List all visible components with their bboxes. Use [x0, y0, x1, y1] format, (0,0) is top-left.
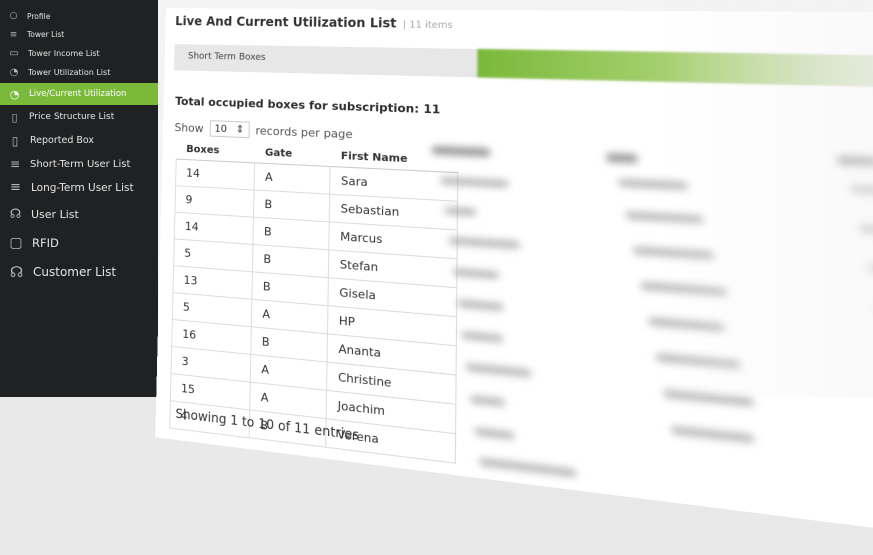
users-icon: ☊: [9, 263, 24, 281]
sidebar-item-rfid[interactable]: ▢ RFID: [4, 231, 154, 254]
tab-short-term-boxes[interactable]: Short Term Boxes: [188, 51, 266, 63]
sidebar-item-live-current-utilization[interactable]: ◔ Live/Current Utilization: [0, 83, 158, 105]
pie-icon: ◔: [9, 87, 20, 101]
sidebar-item-long-term-user-list[interactable]: ≡ Long-Term User List: [4, 177, 154, 198]
sidebar-item-label: Price Structure List: [29, 112, 115, 122]
sidebar-item-label: Live/Current Utilization: [29, 89, 127, 99]
list-icon: ≡: [9, 29, 18, 40]
sidebar-item-label: Tower Income List: [28, 48, 100, 58]
sidebar-item-short-term-user-list[interactable]: ≡ Short-Term User List: [4, 154, 154, 174]
sidebar-item-label: Short-Term User List: [30, 158, 131, 170]
sidebar-item-customer-list[interactable]: ☊ Customer List: [4, 260, 154, 284]
sidebar-item-label: Long-Term User List: [31, 181, 134, 194]
sidebar-item-label: Tower Utilization List: [28, 68, 111, 77]
content-card: Live And Current Utilization List | 11 i…: [155, 8, 873, 555]
users-icon: ☊: [9, 206, 22, 222]
list-icon: ≡: [9, 157, 21, 171]
sidebar-item-label: Customer List: [33, 265, 117, 279]
blurred-columns: [429, 145, 873, 533]
pie-icon: ◔: [9, 67, 19, 78]
sidebar-item-tower-list[interactable]: ≡ Tower List: [4, 27, 154, 42]
sidebar-item-user-list[interactable]: ☊ User List: [4, 203, 154, 225]
sidebar-item-label: RFID: [32, 235, 59, 250]
page-title: Live And Current Utilization List: [175, 14, 397, 31]
occupied-summary: Total occupied boxes for subscription: 1…: [175, 94, 441, 117]
sidebar-item-label: User List: [31, 207, 79, 221]
progress-tab-highlight: [477, 49, 873, 89]
chevron-updown-icon: ⇕: [235, 123, 245, 136]
page-size-control: Show 10 ⇕ records per page: [174, 119, 353, 143]
tab-bar: Short Term Boxes: [174, 44, 873, 89]
records-label: records per page: [255, 123, 353, 141]
show-label: Show: [174, 120, 204, 135]
list-icon: ≡: [10, 180, 21, 195]
sidebar-item-tower-income-list[interactable]: ▭ Tower Income List: [4, 45, 154, 61]
card-icon: ▢: [9, 234, 23, 251]
sidebar-item-label: Tower List: [27, 30, 65, 39]
sidebar-item-tower-utilization-list[interactable]: ◔ Tower Utilization List: [4, 64, 154, 81]
main-area: Live And Current Utilization List | 11 i…: [155, 0, 873, 555]
document-icon: ▯: [11, 133, 19, 148]
sidebar-item-reported-box[interactable]: ▯ Reported Box: [4, 131, 154, 150]
item-count: | 11 items: [402, 20, 453, 32]
sidebar-item-label: Reported Box: [30, 135, 95, 146]
sidebar-item-label: Profile: [27, 11, 51, 21]
sidebar: ○ Profile ≡ Tower List ▭ Tower Income List ◔ To…: [0, 0, 170, 397]
gate-cell: A: [254, 162, 331, 195]
user-icon: ○: [9, 11, 18, 21]
sidebar-item-price-structure-list[interactable]: ▯ Price Structure List: [4, 108, 154, 126]
sidebar-item-profile[interactable]: ○ Profile: [4, 9, 154, 23]
document-icon: ▭: [9, 47, 19, 59]
document-icon: ▯: [11, 110, 18, 124]
page-header: Live And Current Utilization List | 11 i…: [175, 14, 453, 31]
page-size-select[interactable]: 10 ⇕: [209, 120, 250, 139]
page-size-value: 10: [214, 122, 228, 135]
